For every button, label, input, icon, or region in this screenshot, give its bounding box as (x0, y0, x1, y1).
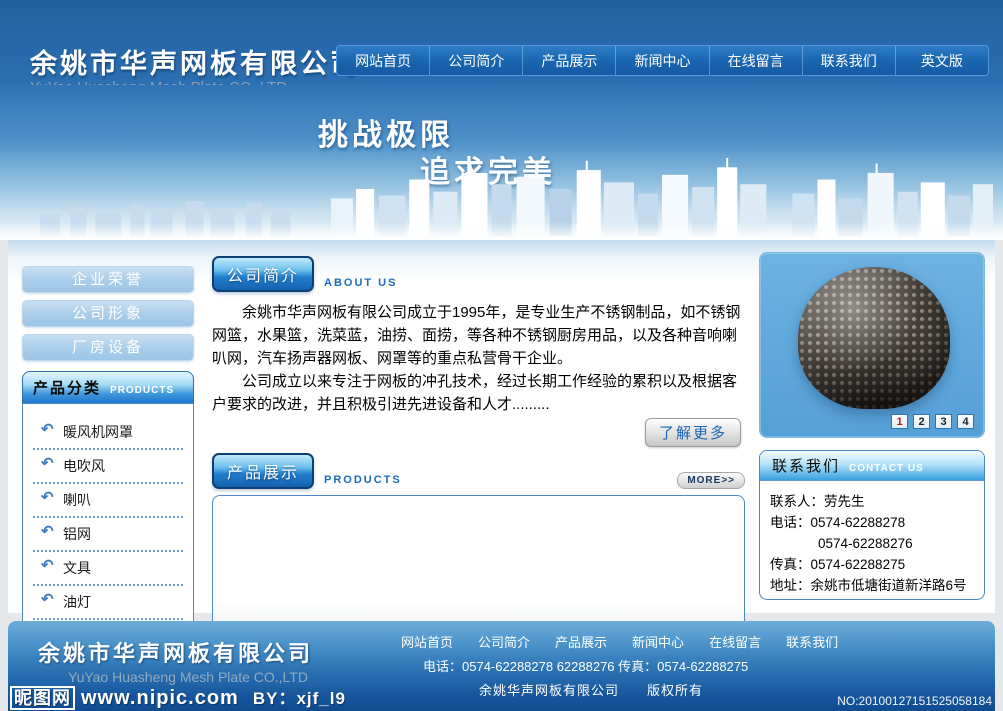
watermark-author: BY：xjf_l9 (253, 689, 346, 708)
category-item-speaker[interactable]: ↶ 喇叭 (33, 484, 183, 518)
photo-pagination: 1 2 3 4 (891, 414, 974, 429)
page-button-1[interactable]: 1 (891, 414, 908, 429)
category-item-oil-lamp[interactable]: ↶ 油灯 (33, 586, 183, 620)
footer-info: 网站首页 公司简介 产品展示 新闻中心 在线留言 联系我们 电话：0574-62… (401, 631, 838, 703)
about-more-row: 了解更多 (212, 418, 741, 447)
page-header: 余姚市华声网板有限公司 YuYao Huasheng Mesh Plate CO… (0, 0, 1003, 85)
page-button-2[interactable]: 2 (913, 414, 930, 429)
contact-body: 联系人：劳先生 电话：0574-62288278 0574-62288276 传… (760, 481, 984, 596)
about-paragraph-1: 余姚市华声网板有限公司成立于1995年，是专业生产不锈钢制品，如不锈钢网篮，水果… (212, 301, 745, 370)
product-category-subtitle: PRODUCTS (110, 379, 174, 396)
hero-banner: 挑战极限 追求完美 (0, 85, 1003, 240)
category-item-stationery[interactable]: ↶ 文具 (33, 552, 183, 586)
category-label: 喇叭 (63, 492, 91, 508)
learn-more-button[interactable]: 了解更多 (645, 418, 741, 447)
contact-phone-line-2: 0574-62288276 (770, 533, 974, 554)
contact-fax-line: 传真：0574-62288275 (770, 554, 974, 575)
products-tab-button[interactable]: 产品展示 (212, 453, 314, 489)
page-footer: 余姚市华声网板有限公司 YuYao Huasheng Mesh Plate CO… (8, 621, 995, 711)
nav-item-contact[interactable]: 联系我们 (802, 46, 895, 75)
footer-logo-title: 余姚市华声网板有限公司 (38, 636, 313, 668)
watermark-site-url: www.nipic.com (81, 687, 239, 709)
arrow-curl-icon: ↶ (41, 590, 54, 608)
products-more-button[interactable]: MORE>> (677, 472, 745, 489)
watermark-site-name: 昵图网 (10, 686, 75, 710)
nav-item-english[interactable]: 英文版 (895, 46, 988, 75)
product-category-title: 产品分类 (33, 377, 101, 398)
nav-item-home[interactable]: 网站首页 (337, 46, 429, 75)
category-item-hairdryer[interactable]: ↶ 电吹风 (33, 450, 183, 484)
category-label: 油灯 (63, 594, 91, 610)
arrow-curl-icon: ↶ (41, 556, 54, 574)
arrow-curl-icon: ↶ (41, 420, 54, 438)
category-item-heater-mesh[interactable]: ↶ 暖风机网罩 (33, 416, 183, 450)
footer-phone-line: 电话：0574-62288278 62288276 传真：0574-622882… (401, 655, 838, 679)
about-tab-button[interactable]: 公司简介 (212, 256, 314, 292)
sidebar-item-honor[interactable]: 企业荣誉 (22, 266, 194, 293)
category-label: 电吹风 (63, 458, 105, 474)
about-text: 余姚市华声网板有限公司成立于1995年，是专业生产不锈钢制品，如不锈钢网篮，水果… (212, 301, 745, 416)
footer-logo-subtitle: YuYao Huasheng Mesh Plate CO.,LTD (38, 669, 313, 685)
nav-item-message[interactable]: 在线留言 (709, 46, 802, 75)
category-item-aluminum-mesh[interactable]: ↶ 铝网 (33, 518, 183, 552)
sidebar: 企业荣誉 公司形象 厂房设备 产品分类 PRODUCTS ↶ 暖风机网罩 ↶ 电… (12, 240, 194, 613)
nav-item-products[interactable]: 产品展示 (522, 46, 615, 75)
footer-link-message[interactable]: 在线留言 (709, 631, 761, 655)
footer-wrap: 余姚市华声网板有限公司 YuYao Huasheng Mesh Plate CO… (0, 613, 1003, 711)
product-category-header: 产品分类 PRODUCTS (22, 371, 194, 403)
logo-title: 余姚市华声网板有限公司 (30, 42, 360, 81)
footer-logo: 余姚市华声网板有限公司 YuYao Huasheng Mesh Plate CO… (38, 636, 313, 685)
about-section-header: 公司简介 ABOUT US (212, 256, 745, 292)
sidebar-item-equipment[interactable]: 厂房设备 (22, 334, 194, 361)
footer-link-products[interactable]: 产品展示 (555, 631, 607, 655)
nav-item-news[interactable]: 新闻中心 (615, 46, 708, 75)
footer-copyright: 余姚华声网板有限公司 版权所有 (401, 679, 838, 703)
category-label: 暖风机网罩 (63, 424, 133, 440)
footer-link-home[interactable]: 网站首页 (401, 631, 453, 655)
contact-header: 联系我们 CONTACT US (760, 451, 984, 481)
footer-links: 网站首页 公司简介 产品展示 新闻中心 在线留言 联系我们 (401, 631, 838, 655)
products-section-subtitle: PRODUCTS (324, 474, 402, 489)
category-label: 铝网 (63, 526, 91, 542)
mesh-dome-product-image (798, 267, 950, 409)
footer-link-about[interactable]: 公司简介 (478, 631, 530, 655)
footer-serial-number: NO:20100127151525058184 (837, 694, 992, 708)
banner-bottom-fade (0, 222, 1003, 240)
main-nav: 网站首页 公司简介 产品展示 新闻中心 在线留言 联系我们 英文版 (336, 45, 989, 76)
arrow-curl-icon: ↶ (41, 522, 54, 540)
arrow-curl-icon: ↶ (41, 488, 54, 506)
about-paragraph-2: 公司成立以来专注于网板的冲孔技术，经过长期工作经验的累积以及根据客户要求的改进，… (212, 370, 745, 416)
page-button-3[interactable]: 3 (935, 414, 952, 429)
nav-item-about[interactable]: 公司简介 (429, 46, 522, 75)
footer-link-contact[interactable]: 联系我们 (786, 631, 838, 655)
contact-subtitle: CONTACT US (849, 458, 924, 474)
contact-address-line: 地址：余姚市低塘街道新洋路6号 (770, 575, 974, 596)
page-button-4[interactable]: 4 (957, 414, 974, 429)
category-label: 文具 (63, 560, 91, 576)
contact-person-line: 联系人：劳先生 (770, 491, 974, 512)
right-column: 1 2 3 4 联系我们 CONTACT US 联系人：劳先生 电话：0574-… (759, 240, 991, 613)
center-column: 公司简介 ABOUT US 余姚市华声网板有限公司成立于1995年，是专业生产不… (194, 240, 759, 613)
sidebar-item-image[interactable]: 公司形象 (22, 300, 194, 327)
product-photo-box: 1 2 3 4 (759, 252, 985, 438)
products-section-header: 产品展示 PRODUCTS MORE>> (212, 453, 745, 489)
footer-link-news[interactable]: 新闻中心 (632, 631, 684, 655)
main-content: 企业荣誉 公司形象 厂房设备 产品分类 PRODUCTS ↶ 暖风机网罩 ↶ 电… (8, 240, 995, 613)
contact-title: 联系我们 (772, 455, 840, 476)
arrow-curl-icon: ↶ (41, 454, 54, 472)
contact-box: 联系我们 CONTACT US 联系人：劳先生 电话：0574-62288278… (759, 450, 985, 600)
about-section-subtitle: ABOUT US (324, 277, 397, 292)
nipic-watermark: 昵图网 www.nipic.com BY：xjf_l9 (10, 684, 346, 710)
contact-phone-line-1: 电话：0574-62288278 (770, 512, 974, 533)
